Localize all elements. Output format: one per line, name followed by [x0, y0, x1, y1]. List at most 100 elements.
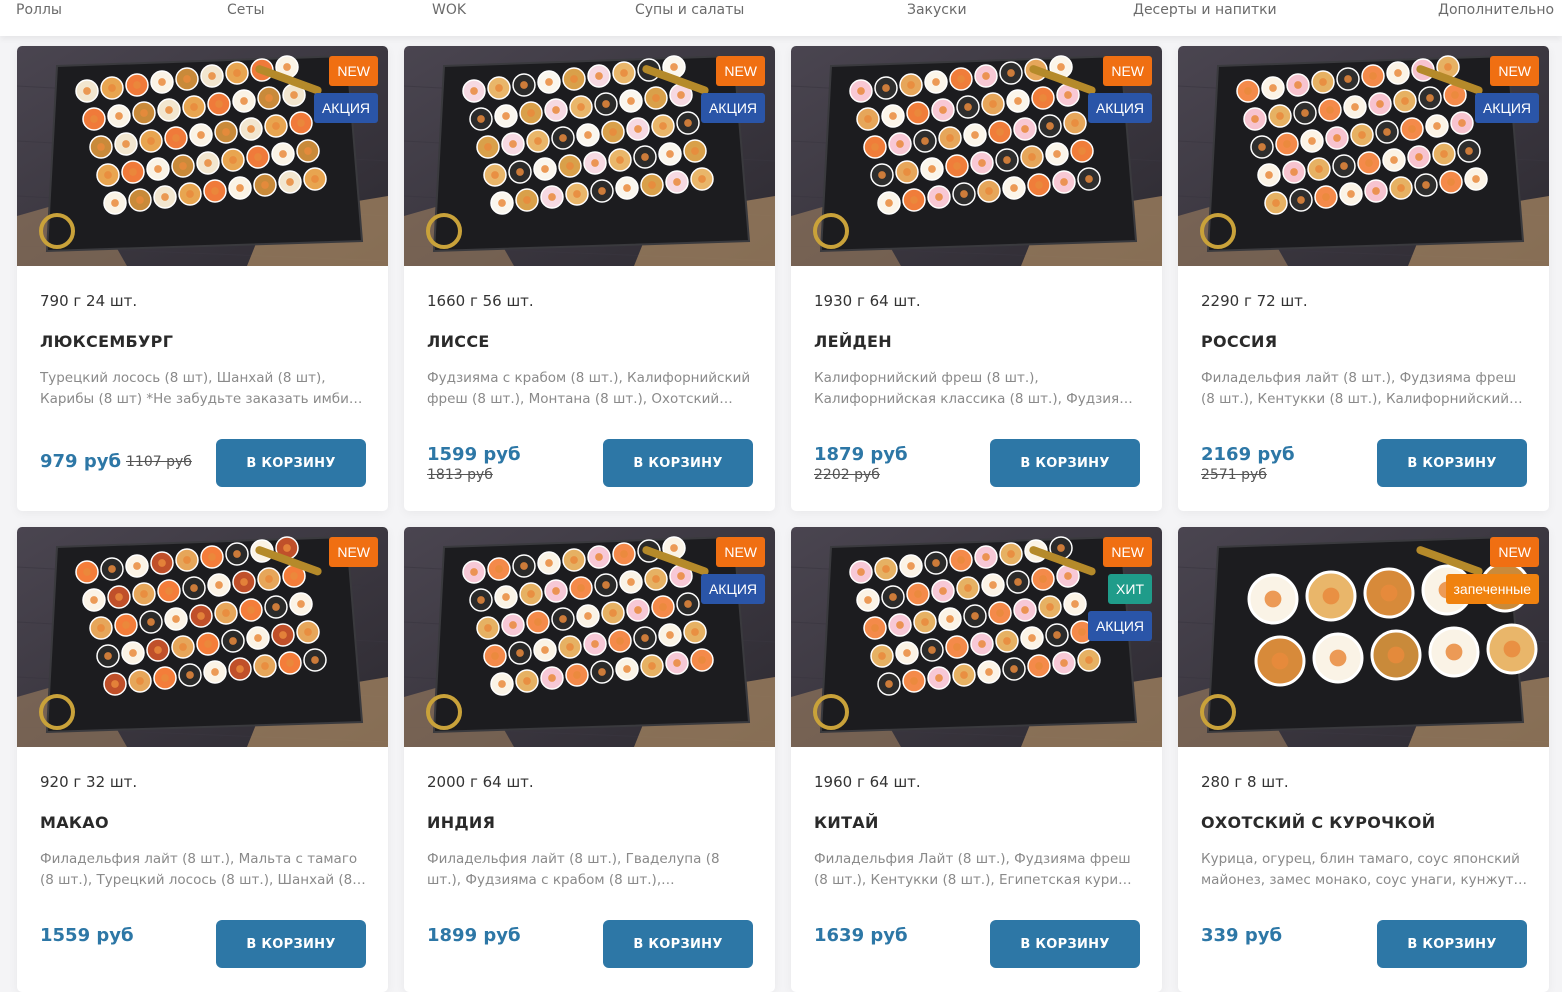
- product-card[interactable]: NEW АКЦИЯ 2290 г 72 шт. РОССИЯ Филадельфи…: [1178, 46, 1549, 511]
- product-card[interactable]: NEW АКЦИЯ 1930 г 64 шт. ЛЕЙДЕН Калифорний…: [791, 46, 1162, 511]
- product-description: Филадельфия Лайт (8 шт.), Фудзияма фреш …: [814, 851, 1136, 888]
- product-description: Калифорнийский фреш (8 шт.), Калифорнийс…: [814, 370, 1138, 407]
- product-description: Филадельфия лайт (8 шт.), Мальта с тамаг…: [40, 851, 358, 888]
- product-description: Курица, огурец, блин тамаго, соус японск…: [1201, 851, 1520, 888]
- add-to-cart-button[interactable]: В КОРЗИНУ: [1377, 920, 1527, 968]
- price-row: 1639 руб В КОРЗИНУ: [814, 920, 1140, 968]
- current-price: 2169 руб: [1201, 444, 1295, 465]
- product-photo[interactable]: NEW ХИТ АКЦИЯ: [791, 527, 1162, 747]
- nav-item-wok[interactable]: WOK: [432, 2, 466, 18]
- nav-item-sets[interactable]: Сеты: [227, 2, 265, 18]
- product-title[interactable]: ИНДИЯ: [427, 813, 495, 832]
- price-row: 1879 руб 2202 руб В КОРЗИНУ: [814, 439, 1140, 487]
- old-price: 2571 руб: [1201, 467, 1267, 483]
- current-price: 979 руб: [40, 451, 122, 472]
- product-title[interactable]: ЛИССЕ: [427, 332, 490, 351]
- price-row: 1559 руб В КОРЗИНУ: [40, 920, 366, 968]
- nav-item-desserts-drinks[interactable]: Десерты и напитки: [1133, 2, 1277, 18]
- product-weight: 790 г 24 шт.: [40, 292, 138, 310]
- badge-akcia: АКЦИЯ: [1087, 93, 1152, 123]
- add-to-cart-button[interactable]: В КОРЗИНУ: [990, 439, 1140, 487]
- badge-stack: NEW АКЦИЯ: [313, 56, 378, 123]
- badge-stack: NEW АКЦИЯ: [700, 537, 765, 604]
- badge-new: NEW: [329, 537, 378, 567]
- product-photo[interactable]: NEW: [17, 527, 388, 747]
- add-to-cart-button[interactable]: В КОРЗИНУ: [216, 439, 366, 487]
- badge-hit: ХИТ: [1108, 574, 1152, 604]
- product-photo[interactable]: NEW АКЦИЯ: [791, 46, 1162, 266]
- product-description: Филадельфия лайт (8 шт.), Фудзияма фреш …: [1201, 370, 1517, 407]
- add-to-cart-button[interactable]: В КОРЗИНУ: [603, 920, 753, 968]
- badge-new: NEW: [1490, 537, 1539, 567]
- product-card[interactable]: NEW запеченные 280 г 8 шт. ОХОТСКИЙ С КУР…: [1178, 527, 1549, 992]
- price-row: 2169 руб 2571 руб В КОРЗИНУ: [1201, 439, 1527, 487]
- badge-new: NEW: [1490, 56, 1539, 86]
- old-price: 1813 руб: [427, 467, 493, 483]
- product-card[interactable]: NEW АКЦИЯ 790 г 24 шт. ЛЮКСЕМБУРГ Турецки…: [17, 46, 388, 511]
- badge-akcia: АКЦИЯ: [1474, 93, 1539, 123]
- badge-new: NEW: [716, 56, 765, 86]
- product-title[interactable]: КИТАЙ: [814, 813, 879, 832]
- product-weight: 2000 г 64 шт.: [427, 773, 534, 791]
- product-description: Фудзияма с крабом (8 шт.), Калифорнийски…: [427, 370, 751, 407]
- current-price: 1899 руб: [427, 925, 521, 946]
- price-row: 1599 руб 1813 руб В КОРЗИНУ: [427, 439, 753, 487]
- product-weight: 1660 г 56 шт.: [427, 292, 534, 310]
- badge-baked: запеченные: [1445, 574, 1539, 604]
- badge-new: NEW: [329, 56, 378, 86]
- product-photo[interactable]: NEW запеченные: [1178, 527, 1549, 747]
- product-title[interactable]: ОХОТСКИЙ С КУРОЧКОЙ: [1201, 813, 1435, 832]
- badge-akcia: АКЦИЯ: [313, 93, 378, 123]
- badge-akcia: АКЦИЯ: [700, 574, 765, 604]
- category-nav: Роллы Сеты WOK Супы и салаты Закуски Дес…: [0, 0, 1562, 36]
- product-description: Филадельфия лайт (8 шт.), Гваделупа (8 ш…: [427, 851, 720, 888]
- badge-stack: NEW запеченные: [1445, 537, 1539, 604]
- add-to-cart-button[interactable]: В КОРЗИНУ: [1377, 439, 1527, 487]
- product-title[interactable]: РОССИЯ: [1201, 332, 1277, 351]
- current-price: 1559 руб: [40, 925, 134, 946]
- badge-stack: NEW ХИТ АКЦИЯ: [1087, 537, 1152, 641]
- product-weight: 920 г 32 шт.: [40, 773, 138, 791]
- badge-stack: NEW: [329, 537, 378, 567]
- product-title[interactable]: МАКАО: [40, 813, 109, 832]
- nav-item-soups-salads[interactable]: Супы и салаты: [635, 2, 744, 18]
- product-card[interactable]: NEW АКЦИЯ 1660 г 56 шт. ЛИССЕ Фудзияма с …: [404, 46, 775, 511]
- nav-item-snacks[interactable]: Закуски: [907, 2, 967, 18]
- product-weight: 280 г 8 шт.: [1201, 773, 1289, 791]
- product-card[interactable]: NEW ХИТ АКЦИЯ 1960 г 64 шт. КИТАЙ Филадель…: [791, 527, 1162, 992]
- badge-new: NEW: [716, 537, 765, 567]
- nav-item-additional[interactable]: Дополнительно: [1438, 2, 1554, 18]
- product-photo[interactable]: NEW АКЦИЯ: [404, 527, 775, 747]
- product-card[interactable]: NEW АКЦИЯ 2000 г 64 шт. ИНДИЯ Филадельфия…: [404, 527, 775, 992]
- old-price: 2202 руб: [814, 467, 880, 483]
- product-title[interactable]: ЛЕЙДЕН: [814, 332, 892, 351]
- price-row: 979 руб 1107 руб В КОРЗИНУ: [40, 439, 366, 487]
- add-to-cart-button[interactable]: В КОРЗИНУ: [216, 920, 366, 968]
- product-weight: 1960 г 64 шт.: [814, 773, 921, 791]
- price-row: 1899 руб В КОРЗИНУ: [427, 920, 753, 968]
- price-row: 339 руб В КОРЗИНУ: [1201, 920, 1527, 968]
- product-weight: 1930 г 64 шт.: [814, 292, 921, 310]
- badge-new: NEW: [1103, 537, 1152, 567]
- badge-stack: NEW АКЦИЯ: [1474, 56, 1539, 123]
- badge-stack: NEW АКЦИЯ: [1087, 56, 1152, 123]
- product-photo[interactable]: NEW АКЦИЯ: [17, 46, 388, 266]
- badge-akcia: АКЦИЯ: [1087, 611, 1152, 641]
- product-title[interactable]: ЛЮКСЕМБУРГ: [40, 332, 173, 351]
- add-to-cart-button[interactable]: В КОРЗИНУ: [603, 439, 753, 487]
- product-weight: 2290 г 72 шт.: [1201, 292, 1308, 310]
- badge-new: NEW: [1103, 56, 1152, 86]
- product-photo[interactable]: NEW АКЦИЯ: [404, 46, 775, 266]
- product-description: Турецкий лосось (8 шт), Шанхай (8 шт), К…: [40, 370, 366, 407]
- add-to-cart-button[interactable]: В КОРЗИНУ: [990, 920, 1140, 968]
- product-photo[interactable]: NEW АКЦИЯ: [1178, 46, 1549, 266]
- product-card[interactable]: NEW 920 г 32 шт. МАКАО Филадельфия лайт …: [17, 527, 388, 992]
- nav-item-rolls[interactable]: Роллы: [16, 2, 62, 18]
- current-price: 339 руб: [1201, 925, 1283, 946]
- old-price: 1107 руб: [126, 454, 192, 470]
- current-price: 1879 руб: [814, 444, 908, 465]
- badge-akcia: АКЦИЯ: [700, 93, 765, 123]
- badge-stack: NEW АКЦИЯ: [700, 56, 765, 123]
- current-price: 1639 руб: [814, 925, 908, 946]
- current-price: 1599 руб: [427, 444, 521, 465]
